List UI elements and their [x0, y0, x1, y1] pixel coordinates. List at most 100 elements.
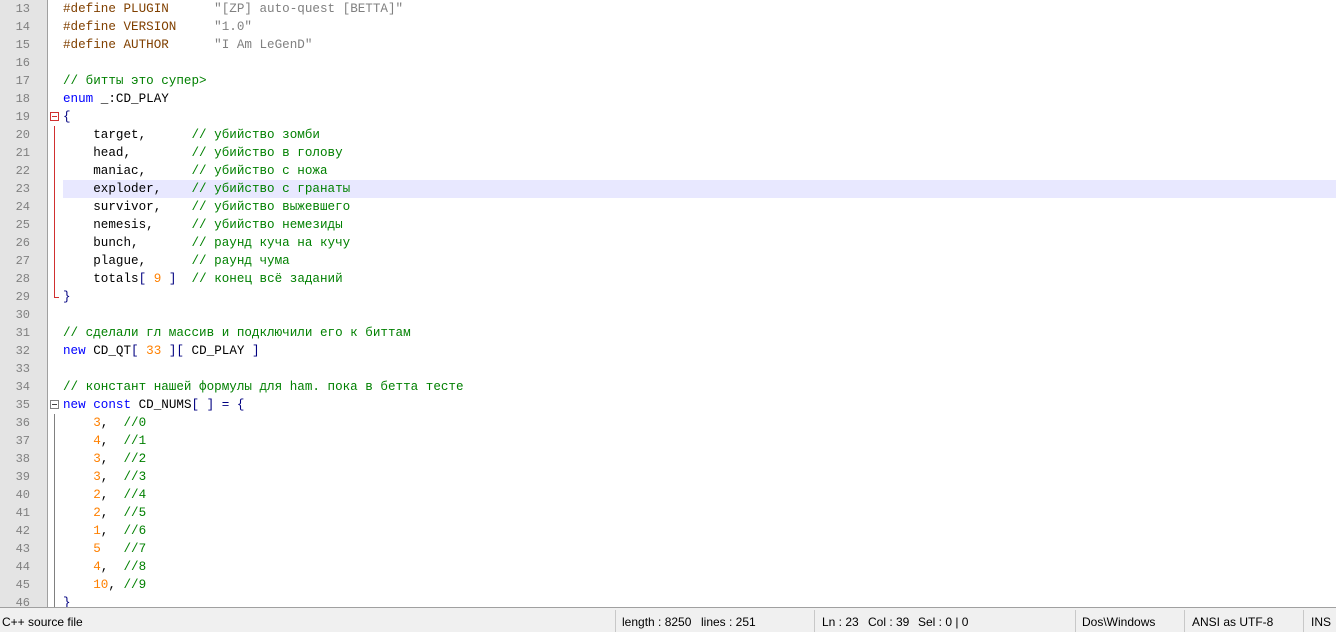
code-line[interactable]: 18 enum _:CD_PLAY	[0, 90, 1336, 108]
line-gutter[interactable]: 13	[0, 0, 48, 18]
code-text[interactable]: head, // убийство в голову	[63, 144, 1336, 162]
code-line[interactable]: 38 3, //2	[0, 450, 1336, 468]
code-text[interactable]: 3, //3	[63, 468, 1336, 486]
code-text[interactable]: nemesis, // убийство немезиды	[63, 216, 1336, 234]
code-text[interactable]: 4, //8	[63, 558, 1336, 576]
code-text[interactable]: enum _:CD_PLAY	[63, 90, 1336, 108]
code-text[interactable]: new const CD_NUMS[ ] = {	[63, 396, 1336, 414]
code-text[interactable]: plague, // раунд чума	[63, 252, 1336, 270]
line-gutter[interactable]: 31	[0, 324, 48, 342]
line-gutter[interactable]: 15	[0, 36, 48, 54]
line-gutter[interactable]: 26	[0, 234, 48, 252]
line-gutter[interactable]: 20	[0, 126, 48, 144]
line-gutter[interactable]: 29	[0, 288, 48, 306]
line-gutter[interactable]: 28	[0, 270, 48, 288]
code-line[interactable]: 16	[0, 54, 1336, 72]
code-editor[interactable]: 13 #define PLUGIN "[ZP] auto-quest [BETTA…	[0, 0, 1336, 607]
line-gutter[interactable]: 32	[0, 342, 48, 360]
fold-toggle-icon[interactable]	[48, 396, 61, 414]
line-gutter[interactable]: 18	[0, 90, 48, 108]
code-line[interactable]: 29}	[0, 288, 1336, 306]
line-gutter[interactable]: 43	[0, 540, 48, 558]
code-line[interactable]: 35 new const CD_NUMS[ ] = {	[0, 396, 1336, 414]
code-line[interactable]: 44 4, //8	[0, 558, 1336, 576]
code-text[interactable]: {	[63, 108, 1336, 126]
code-text[interactable]: // битты это супер>	[63, 72, 1336, 90]
code-line[interactable]: 25 nemesis, // убийство немезиды	[0, 216, 1336, 234]
line-gutter[interactable]: 44	[0, 558, 48, 576]
line-gutter[interactable]: 42	[0, 522, 48, 540]
code-line[interactable]: 42 1, //6	[0, 522, 1336, 540]
code-text[interactable]: exploder, // убийство с гранаты	[63, 180, 1336, 198]
code-line[interactable]: 20 target, // убийство зомби	[0, 126, 1336, 144]
line-gutter[interactable]: 40	[0, 486, 48, 504]
code-text[interactable]: 2, //4	[63, 486, 1336, 504]
line-gutter[interactable]: 45	[0, 576, 48, 594]
line-gutter[interactable]: 19	[0, 108, 48, 126]
line-gutter[interactable]: 46	[0, 594, 48, 607]
line-gutter[interactable]: 38	[0, 450, 48, 468]
line-gutter[interactable]: 39	[0, 468, 48, 486]
code-text[interactable]	[63, 54, 1336, 72]
code-text[interactable]: 2, //5	[63, 504, 1336, 522]
code-line[interactable]: 41 2, //5	[0, 504, 1336, 522]
code-text[interactable]: 4, //1	[63, 432, 1336, 450]
code-line[interactable]: 23 exploder, // убийство с гранаты	[0, 180, 1336, 198]
code-text[interactable]	[63, 306, 1336, 324]
code-line[interactable]: 45 10, //9	[0, 576, 1336, 594]
code-text[interactable]: // констант нашей формулы для ham. пока …	[63, 378, 1336, 396]
code-text[interactable]: 3, //2	[63, 450, 1336, 468]
line-gutter[interactable]: 35	[0, 396, 48, 414]
line-gutter[interactable]: 24	[0, 198, 48, 216]
line-gutter[interactable]: 22	[0, 162, 48, 180]
code-text[interactable]: }	[63, 594, 1336, 607]
line-gutter[interactable]: 23	[0, 180, 48, 198]
code-line[interactable]: 36 3, //0	[0, 414, 1336, 432]
line-gutter[interactable]: 30	[0, 306, 48, 324]
code-line[interactable]: 24 survivor, // убийство выжевшего	[0, 198, 1336, 216]
line-gutter[interactable]: 36	[0, 414, 48, 432]
line-gutter[interactable]: 16	[0, 54, 48, 72]
code-text[interactable]: 3, //0	[63, 414, 1336, 432]
code-line[interactable]: 15 #define AUTHOR "I Am LeGenD"	[0, 36, 1336, 54]
code-line[interactable]: 22 maniac, // убийство с ножа	[0, 162, 1336, 180]
code-line[interactable]: 40 2, //4	[0, 486, 1336, 504]
code-line[interactable]: 13 #define PLUGIN "[ZP] auto-quest [BETTA…	[0, 0, 1336, 18]
line-gutter[interactable]: 37	[0, 432, 48, 450]
encoding-label[interactable]: ANSI as UTF-8	[1192, 608, 1273, 632]
code-line[interactable]: 28 totals[ 9 ] // конец всё заданий	[0, 270, 1336, 288]
code-line[interactable]: 31 // сделали гл массив и подключили его …	[0, 324, 1336, 342]
code-text[interactable]: #define VERSION "1.0"	[63, 18, 1336, 36]
line-gutter[interactable]: 33	[0, 360, 48, 378]
code-text[interactable]: target, // убийство зомби	[63, 126, 1336, 144]
code-text[interactable]: survivor, // убийство выжевшего	[63, 198, 1336, 216]
code-line[interactable]: 27 plague, // раунд чума	[0, 252, 1336, 270]
code-text[interactable]: new CD_QT[ 33 ][ CD_PLAY ]	[63, 342, 1336, 360]
code-line[interactable]: 26 bunch, // раунд куча на кучу	[0, 234, 1336, 252]
code-text[interactable]: #define PLUGIN "[ZP] auto-quest [BETTA]"	[63, 0, 1336, 18]
code-line[interactable]: 39 3, //3	[0, 468, 1336, 486]
code-line[interactable]: 32 new CD_QT[ 33 ][ CD_PLAY ]	[0, 342, 1336, 360]
code-text[interactable]: totals[ 9 ] // конец всё заданий	[63, 270, 1336, 288]
line-gutter[interactable]: 25	[0, 216, 48, 234]
code-text[interactable]: }	[63, 288, 1336, 306]
code-line[interactable]: 14 #define VERSION "1.0"	[0, 18, 1336, 36]
line-gutter[interactable]: 41	[0, 504, 48, 522]
code-line[interactable]: 33	[0, 360, 1336, 378]
code-text[interactable]: // сделали гл массив и подключили его к …	[63, 324, 1336, 342]
line-gutter[interactable]: 34	[0, 378, 48, 396]
code-line[interactable]: 34 // констант нашей формулы для ham. пок…	[0, 378, 1336, 396]
code-line[interactable]: 21 head, // убийство в голову	[0, 144, 1336, 162]
code-text[interactable]: bunch, // раунд куча на кучу	[63, 234, 1336, 252]
line-gutter[interactable]: 27	[0, 252, 48, 270]
code-line[interactable]: 43 5 //7	[0, 540, 1336, 558]
code-text[interactable]	[63, 360, 1336, 378]
code-text[interactable]: #define AUTHOR "I Am LeGenD"	[63, 36, 1336, 54]
code-line[interactable]: 37 4, //1	[0, 432, 1336, 450]
line-gutter[interactable]: 14	[0, 18, 48, 36]
code-line[interactable]: 19 {	[0, 108, 1336, 126]
code-text[interactable]: 5 //7	[63, 540, 1336, 558]
code-line[interactable]: 46}	[0, 594, 1336, 607]
line-gutter[interactable]: 21	[0, 144, 48, 162]
code-line[interactable]: 17 // битты это супер>	[0, 72, 1336, 90]
